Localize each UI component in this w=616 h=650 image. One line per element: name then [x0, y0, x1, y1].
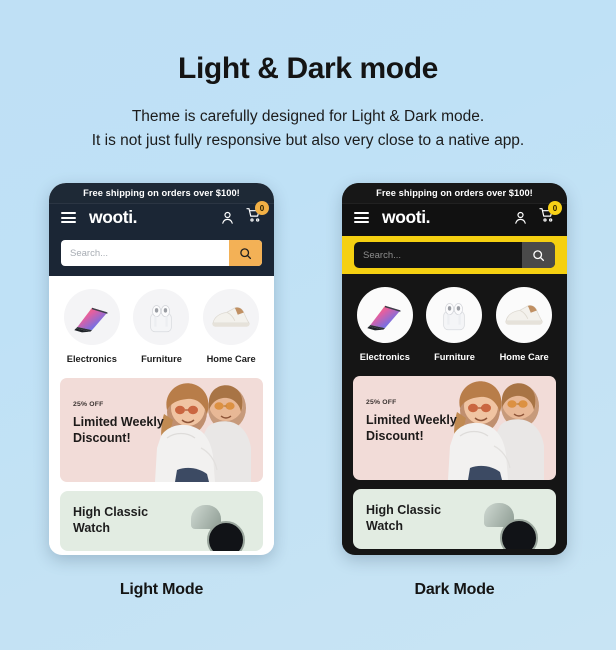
- promo-banner-text: 25% OFF Limited Weekly Discount!: [73, 401, 164, 446]
- category-label: Home Care: [206, 354, 256, 365]
- product-card[interactable]: High Classic Watch: [60, 491, 263, 552]
- category-item-electronics[interactable]: Electronics: [59, 289, 125, 364]
- brand-logo[interactable]: wooti.: [382, 207, 513, 228]
- user-account-icon[interactable]: [513, 210, 528, 225]
- cart-icon[interactable]: 0: [539, 201, 562, 228]
- light-mode-caption: Light Mode: [119, 581, 204, 599]
- tablet-icon: [356, 287, 413, 344]
- category-label: Home Care: [499, 352, 549, 363]
- category-item-electronics[interactable]: Electronics: [352, 287, 418, 362]
- search-button[interactable]: [229, 240, 262, 267]
- dark-mode-column: Free shipping on orders over $100! wooti…: [342, 183, 567, 599]
- promo-banner[interactable]: 25% OFF Limited Weekly Discount!: [353, 376, 556, 481]
- page-title: Light & Dark mode: [178, 52, 438, 85]
- category-label: Electronics: [359, 352, 410, 363]
- discount-label: 25% OFF: [73, 401, 104, 409]
- app-navbar: wooti. 0: [49, 201, 274, 237]
- brand-logo[interactable]: wooti.: [89, 207, 220, 228]
- category-item-home-care[interactable]: Home Care: [198, 289, 264, 364]
- product-card[interactable]: High Classic Watch: [353, 489, 556, 550]
- discount-label: 25% OFF: [366, 399, 397, 407]
- category-item-furniture[interactable]: Furniture: [128, 289, 194, 364]
- app-navbar: wooti. 0: [342, 201, 567, 237]
- product-card-wrapper: High Classic Watch: [342, 480, 567, 550]
- user-account-icon[interactable]: [220, 210, 235, 225]
- category-item-home-care[interactable]: Home Care: [491, 287, 557, 362]
- light-mode-phone-mockup: Free shipping on orders over $100! wooti…: [49, 183, 274, 556]
- promo-strip: Free shipping on orders over $100!: [342, 183, 567, 204]
- promo-banner-title: Limited Weekly Discount!: [366, 412, 457, 444]
- promo-strip: Free shipping on orders over $100!: [49, 183, 274, 204]
- promo-banner-wrapper: 25% OFF Limited Weekly Discount!: [49, 375, 274, 483]
- light-mode-column: Free shipping on orders over $100! wooti…: [49, 183, 274, 599]
- category-label: Furniture: [141, 354, 182, 365]
- promo-title-line-1: Limited Weekly: [73, 415, 164, 430]
- search-bar[interactable]: Search...: [354, 242, 555, 269]
- category-label: Furniture: [434, 352, 475, 363]
- earbuds-icon: [426, 287, 483, 344]
- dark-mode-phone-mockup: Free shipping on orders over $100! wooti…: [342, 183, 567, 556]
- navbar-icons: 0: [220, 201, 269, 228]
- search-bar[interactable]: Search...: [61, 240, 262, 267]
- watch-product-image: [177, 505, 255, 552]
- search-band: Search...: [49, 236, 274, 277]
- category-label: Electronics: [66, 354, 117, 365]
- page-subtitle-line-1: Theme is carefully designed for Light & …: [131, 108, 485, 125]
- earbuds-icon: [133, 289, 190, 346]
- category-list: Electronics Furniture Home Care: [342, 274, 567, 374]
- search-button[interactable]: [522, 242, 555, 269]
- page-subtitle-line-2: It is not just fully responsive but also…: [91, 132, 525, 150]
- cart-icon[interactable]: 0: [246, 201, 269, 228]
- search-input[interactable]: Search...: [354, 242, 522, 268]
- promo-banner-wrapper: 25% OFF Limited Weekly Discount!: [342, 373, 567, 481]
- promo-banner-text: 25% OFF Limited Weekly Discount!: [366, 399, 457, 444]
- tablet-icon: [63, 289, 120, 346]
- shoe-icon: [496, 287, 553, 344]
- promo-title-line-1: Limited Weekly: [366, 413, 457, 428]
- search-input[interactable]: Search...: [61, 240, 229, 266]
- cart-count-badge: 0: [255, 201, 269, 216]
- watch-product-image: [470, 503, 548, 550]
- phone-mockups-row: Free shipping on orders over $100! wooti…: [0, 183, 616, 599]
- promo-title-line-2: Discount!: [366, 429, 424, 444]
- shoe-icon: [203, 289, 260, 346]
- promo-title-line-2: Discount!: [73, 431, 131, 446]
- promo-banner-title: Limited Weekly Discount!: [73, 414, 164, 446]
- page-subtitle: Theme is carefully designed for Light & …: [0, 105, 616, 153]
- hamburger-menu-icon[interactable]: [61, 209, 76, 225]
- dark-mode-caption: Dark Mode: [414, 581, 495, 599]
- category-item-furniture[interactable]: Furniture: [421, 287, 487, 362]
- navbar-icons: 0: [513, 201, 562, 228]
- product-card-wrapper: High Classic Watch: [49, 482, 274, 552]
- search-band: Search...: [342, 236, 567, 275]
- cart-count-badge: 0: [548, 201, 562, 216]
- hamburger-menu-icon[interactable]: [354, 209, 369, 225]
- promo-banner[interactable]: 25% OFF Limited Weekly Discount!: [60, 378, 263, 483]
- category-list: Electronics Furniture Home Care: [49, 276, 274, 376]
